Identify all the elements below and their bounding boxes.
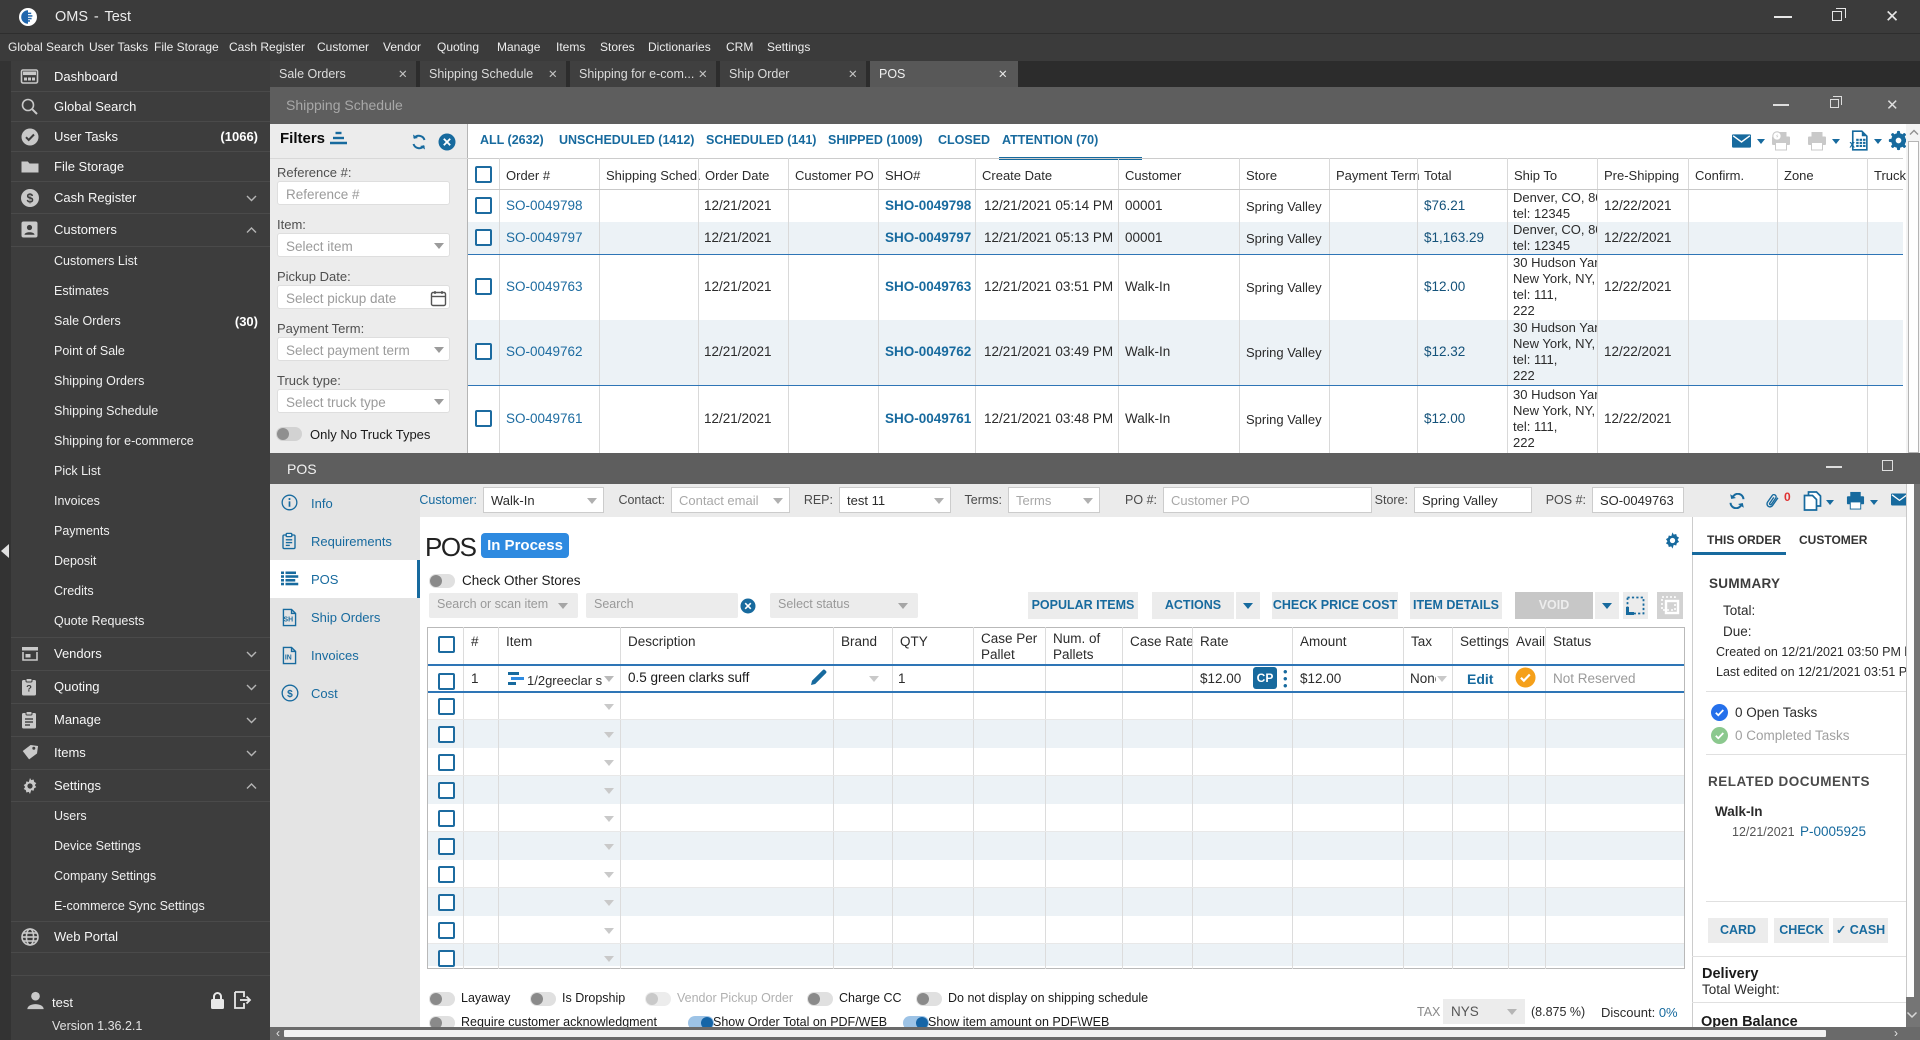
svg-text:x: x [1849, 140, 1855, 151]
svg-text:?: ? [26, 684, 32, 695]
svg-text:$: $ [287, 689, 293, 700]
svg-text:SH: SH [284, 617, 294, 624]
svg-text:IN: IN [285, 655, 292, 662]
svg-text:$: $ [27, 192, 34, 206]
